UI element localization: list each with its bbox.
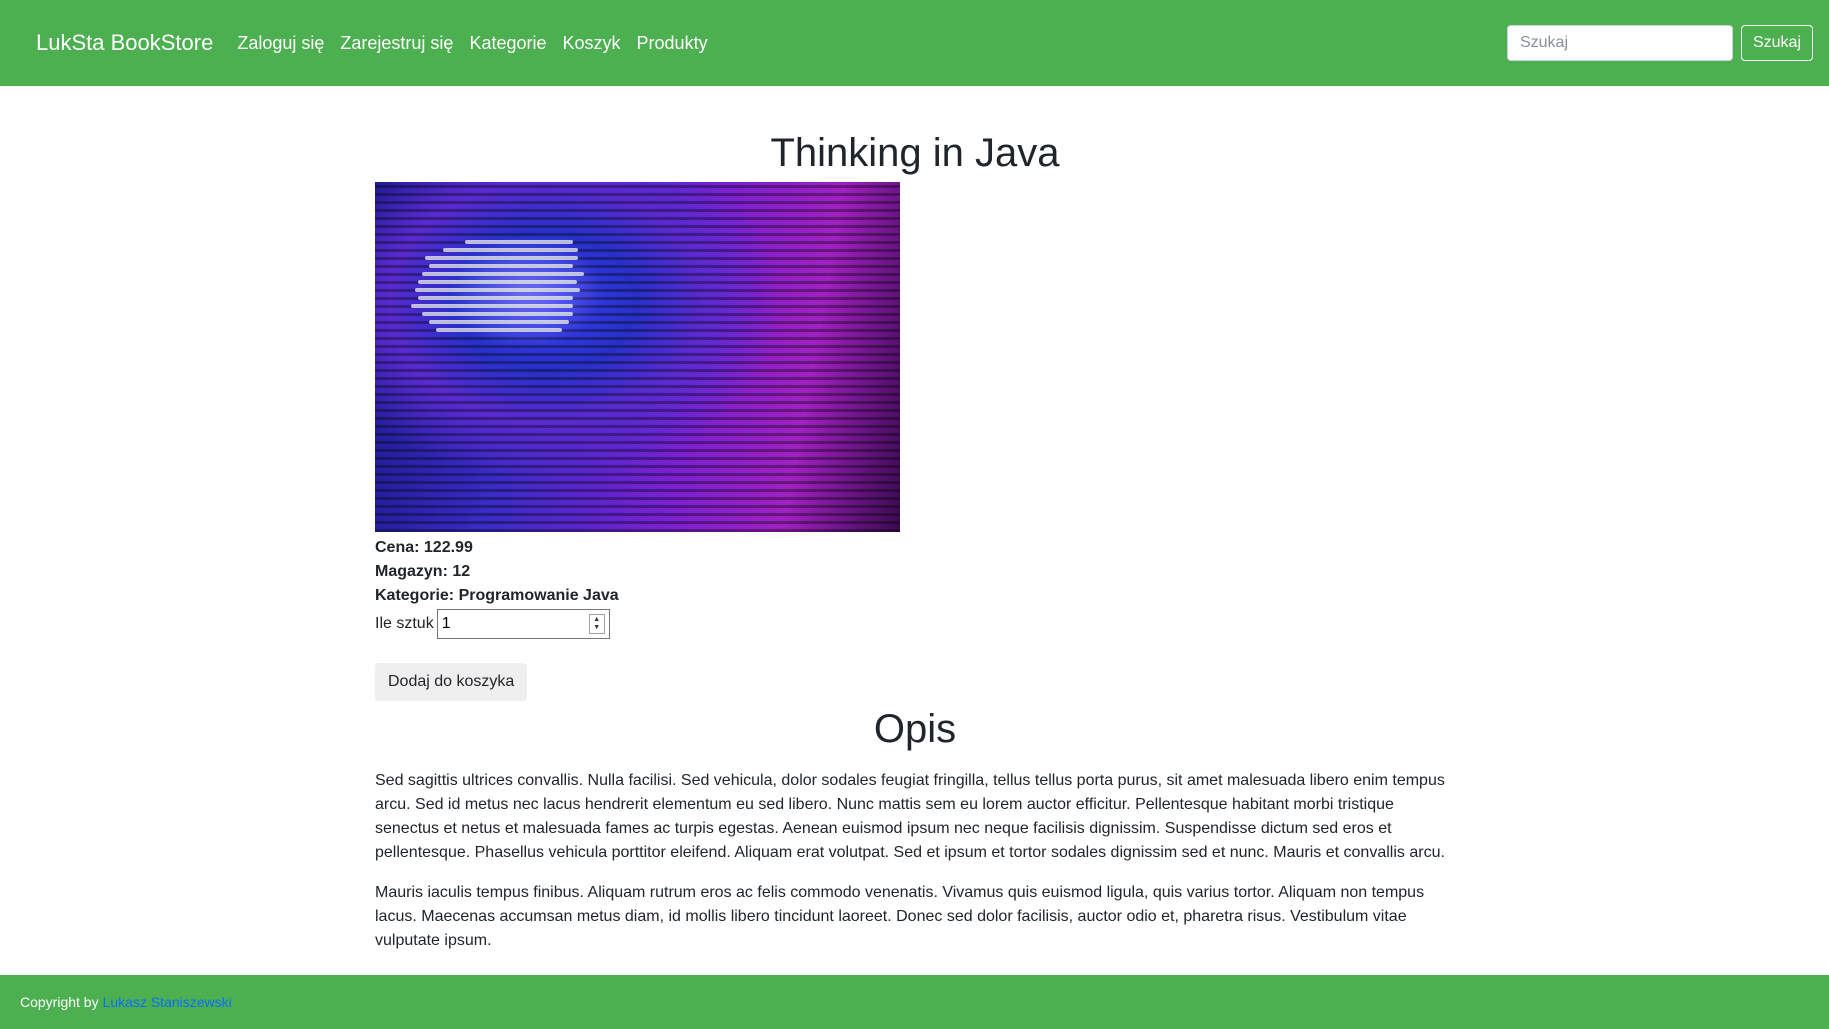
quantity-row: Ile sztuk 1 ▲ ▼ bbox=[375, 609, 1455, 639]
stock-line: Magazyn: 12 bbox=[375, 563, 471, 580]
footer: Copyright by Lukasz Staniszewski bbox=[0, 975, 1829, 1029]
nav-link-register[interactable]: Zarejestruj się bbox=[340, 33, 453, 54]
brand-link[interactable]: LukSta BookStore bbox=[36, 30, 213, 56]
quantity-spinner-icon[interactable]: ▲ ▼ bbox=[588, 614, 605, 634]
nav-links: Zaloguj się Zarejestruj się Kategorie Ko… bbox=[237, 33, 723, 54]
main-content: Thinking in Java Cena: 122.99 Magazyn: 1… bbox=[375, 86, 1455, 953]
search-form: Szukaj bbox=[1506, 25, 1813, 61]
quantity-label: Ile sztuk bbox=[375, 615, 434, 632]
price-line: Cena: 122.99 bbox=[375, 539, 473, 556]
footer-author-link[interactable]: Lukasz Staniszewski bbox=[103, 994, 232, 1010]
description-paragraph: Mauris iaculis tempus finibus. Aliquam r… bbox=[375, 884, 1425, 949]
description-paragraph: Sed sagittis ultrices convallis. Nulla f… bbox=[375, 772, 1445, 861]
footer-prefix: Copyright by bbox=[20, 994, 99, 1010]
nav-link-categories[interactable]: Kategorie bbox=[469, 33, 546, 54]
search-button[interactable]: Szukaj bbox=[1740, 25, 1813, 61]
quantity-value: 1 bbox=[441, 615, 451, 632]
navbar: LukSta BookStore Zaloguj się Zarejestruj… bbox=[0, 0, 1829, 86]
nav-link-cart[interactable]: Koszyk bbox=[563, 33, 621, 54]
description-title: Opis bbox=[873, 707, 957, 751]
product-title: Thinking in Java bbox=[770, 131, 1060, 175]
nav-link-products[interactable]: Produkty bbox=[637, 33, 708, 54]
product-image bbox=[375, 182, 900, 532]
category-line: Kategorie: Programowanie Java bbox=[375, 587, 619, 604]
nav-link-login[interactable]: Zaloguj się bbox=[237, 33, 324, 54]
code-pattern bbox=[411, 240, 591, 336]
add-to-cart-button[interactable]: Dodaj do koszyka bbox=[375, 663, 528, 701]
quantity-input[interactable]: 1 ▲ ▼ bbox=[436, 609, 610, 639]
search-input[interactable] bbox=[1506, 25, 1733, 61]
